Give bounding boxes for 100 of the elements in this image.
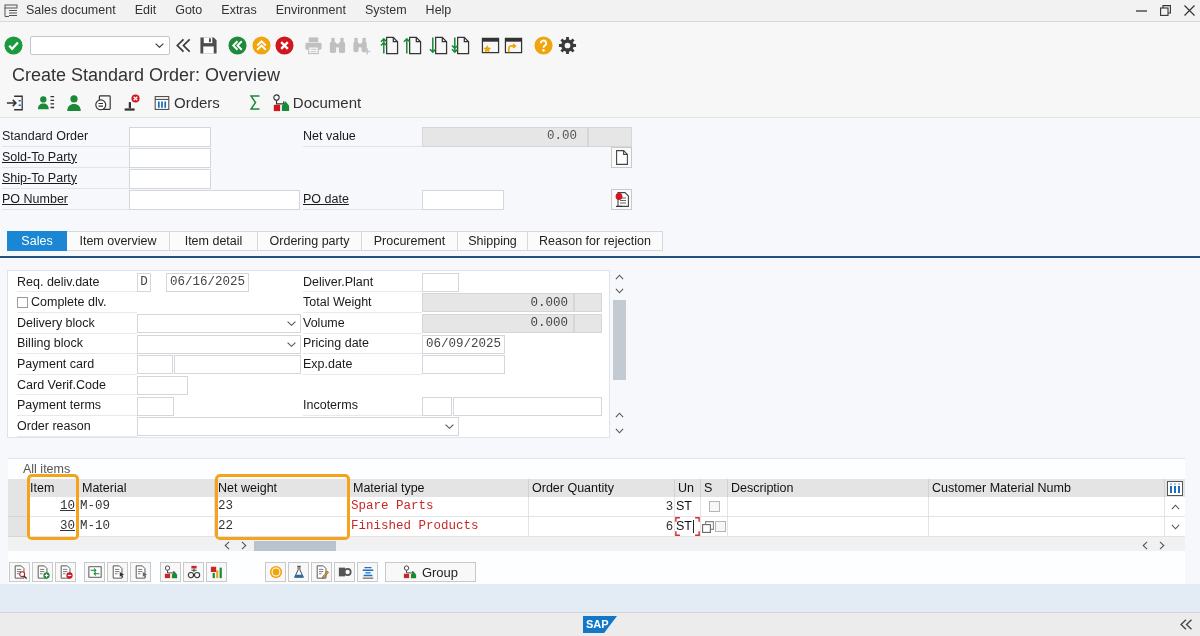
document-button[interactable]: Document [271, 93, 362, 112]
chevron-down-icon[interactable] [615, 428, 624, 434]
chevron-right-icon[interactable] [1159, 541, 1165, 550]
field-link[interactable]: Sold-To Party [2, 150, 78, 164]
column-header[interactable]: Material type [350, 479, 529, 497]
input-field[interactable] [453, 396, 602, 416]
input-field[interactable] [129, 147, 211, 168]
menu-item[interactable]: Extras [221, 4, 257, 17]
column-header[interactable]: S [701, 479, 728, 497]
chevron-up-icon[interactable] [615, 412, 624, 418]
person-icon[interactable] [65, 93, 83, 112]
cancel-icon[interactable] [275, 35, 294, 55]
document-chart-button[interactable] [611, 189, 632, 210]
tab[interactable]: Ordering party [258, 231, 362, 251]
document-up-arrow-icon[interactable] [403, 35, 422, 55]
chevron-down-icon[interactable] [615, 288, 624, 294]
menu-item[interactable]: Environment [275, 4, 346, 17]
menu-item[interactable]: Edit [134, 4, 157, 17]
tab[interactable]: Sales [7, 231, 67, 251]
stamp-error-icon[interactable] [122, 93, 140, 112]
menu-item[interactable]: Goto [175, 4, 203, 17]
tab[interactable]: Item overview [67, 231, 170, 251]
dropdown-field[interactable] [137, 334, 301, 354]
value-help-icon[interactable] [702, 521, 714, 533]
input-field[interactable] [422, 355, 505, 375]
chevron-right-icon[interactable] [241, 541, 247, 550]
tab[interactable]: Procurement [362, 231, 458, 251]
menu-item[interactable]: System [364, 4, 407, 17]
check-circle-icon[interactable] [4, 35, 23, 55]
column-header[interactable]: Material [79, 479, 215, 497]
chevron-left-icon[interactable] [224, 541, 230, 550]
column-header[interactable]: Un [675, 479, 701, 497]
tool-button[interactable] [288, 562, 309, 582]
tool-button[interactable] [183, 562, 204, 582]
input-field[interactable] [422, 272, 459, 292]
scroll-thumb[interactable] [254, 540, 336, 551]
settings-icon[interactable] [558, 35, 577, 55]
input-field[interactable] [174, 355, 301, 375]
tool-button[interactable] [160, 562, 181, 582]
column-settings-icon[interactable] [1167, 480, 1183, 496]
command-field[interactable] [30, 35, 170, 55]
field-link[interactable]: PO date [303, 192, 349, 206]
checkbox[interactable] [708, 501, 720, 512]
scroll-thumb[interactable] [613, 300, 626, 380]
input-field[interactable] [129, 189, 300, 210]
column-header[interactable]: Description [728, 479, 929, 497]
tab[interactable]: Item detail [170, 231, 258, 251]
dropdown-field[interactable] [137, 417, 459, 437]
caret-icon[interactable] [155, 42, 164, 48]
group-button[interactable]: Group [385, 562, 476, 582]
menu-icon[interactable] [4, 4, 18, 17]
input-field[interactable] [129, 168, 211, 189]
restore-icon[interactable] [1160, 5, 1171, 16]
input-field[interactable] [129, 126, 211, 147]
checkbox[interactable] [17, 296, 28, 308]
column-header[interactable]: Net weight [218, 479, 347, 497]
input-field[interactable] [137, 355, 173, 375]
chevron-up-icon[interactable] [1170, 503, 1180, 510]
tool-button[interactable] [206, 562, 227, 582]
sum-icon[interactable] [249, 95, 260, 110]
tool-button[interactable] [334, 562, 355, 582]
field-link[interactable]: Ship-To Party [2, 171, 78, 185]
document-double-up-arrow-icon[interactable] [380, 35, 399, 55]
input-field[interactable]: 06/09/2025 [422, 334, 505, 354]
document-down-arrow-icon[interactable] [429, 35, 448, 55]
tool-button[interactable] [9, 562, 30, 582]
back-circle-icon[interactable] [228, 35, 247, 55]
save-icon[interactable] [199, 35, 218, 55]
dropdown-field[interactable] [137, 314, 301, 334]
item-link[interactable]: 10 [30, 497, 76, 517]
close-icon[interactable] [1184, 5, 1195, 16]
chevron-left-icon[interactable] [1142, 541, 1148, 550]
checkbox[interactable] [715, 521, 726, 532]
document-button[interactable] [611, 147, 632, 168]
field-link[interactable]: PO Number [2, 192, 68, 206]
box-arrow-icon[interactable] [6, 93, 24, 112]
tool-button[interactable] [107, 562, 128, 582]
minimize-icon[interactable] [1136, 9, 1147, 12]
input-field[interactable] [137, 375, 188, 395]
document-circle-icon[interactable] [94, 93, 112, 112]
menu-item[interactable]: Help [425, 4, 452, 17]
person-list-icon[interactable] [37, 93, 55, 112]
tool-button[interactable] [55, 562, 76, 582]
double-chevron-left-icon[interactable] [1180, 619, 1192, 630]
chevron-up-icon[interactable] [615, 274, 624, 280]
input-field[interactable] [422, 396, 452, 416]
tool-button[interactable] [357, 562, 378, 582]
tab[interactable]: Reason for rejection [528, 231, 663, 251]
input-field[interactable]: ST [675, 517, 701, 537]
orders-button[interactable]: Orders [154, 94, 220, 111]
input-field[interactable]: 06/16/2025 [166, 272, 249, 292]
document-double-down-arrow-icon[interactable] [451, 35, 470, 55]
input-field[interactable]: D [137, 272, 151, 292]
menu-item[interactable]: Sales document [26, 4, 116, 17]
column-header[interactable]: Item [30, 479, 76, 497]
item-link[interactable]: 30 [30, 517, 76, 537]
column-header[interactable]: Order Quantity [529, 479, 675, 497]
tab[interactable]: Shipping [458, 231, 528, 251]
column-header[interactable]: Customer Material Numb [929, 479, 1165, 497]
chevron-down-icon[interactable] [1170, 523, 1180, 530]
